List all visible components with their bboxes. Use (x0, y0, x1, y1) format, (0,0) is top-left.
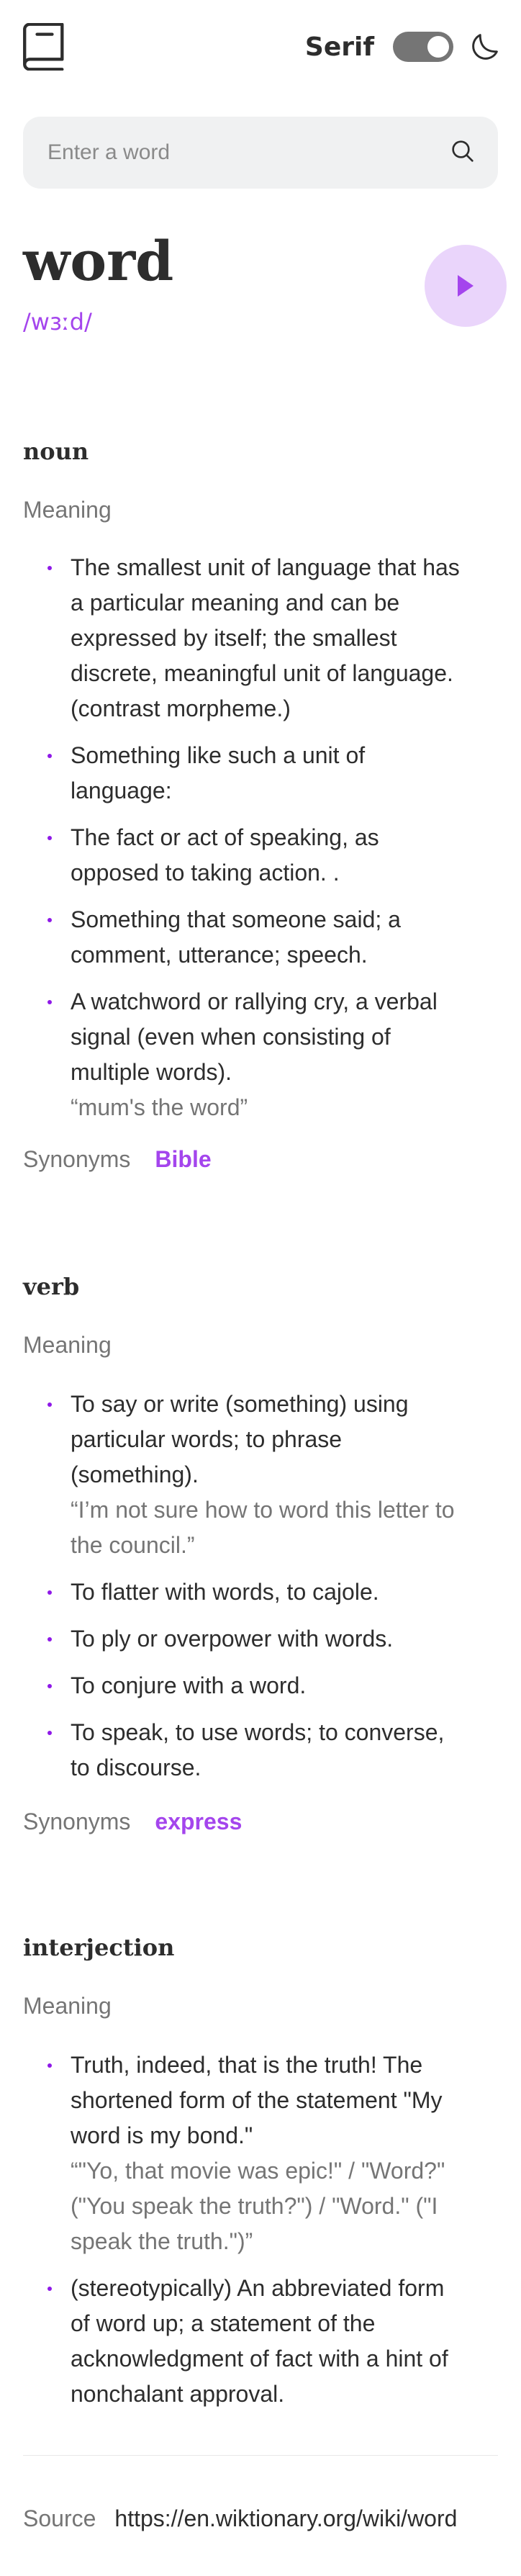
list-item: Something that someone said; a comment, … (47, 902, 465, 973)
definition-text: Something that someone said; a comment, … (71, 906, 401, 968)
divider (23, 2455, 498, 2456)
search-input[interactable] (47, 140, 450, 165)
definition-text: The fact or act of speaking, as opposed … (71, 824, 379, 886)
definition-text: A watchword or rallying cry, a verbal si… (71, 988, 438, 1085)
definition-text: Something like such a unit of language: (71, 742, 366, 803)
pos-interjection: interjection (23, 1934, 175, 1961)
header-controls: Serif (305, 32, 498, 62)
definition-text: To flatter with words, to cajole. (71, 1579, 379, 1605)
synonyms-row-noun: Synonyms Bible (23, 1146, 212, 1173)
list-item: Something like such a unit of language: (47, 738, 465, 809)
list-item: The fact or act of speaking, as opposed … (47, 820, 465, 891)
search-icon[interactable] (452, 140, 474, 166)
font-select[interactable]: Serif (305, 32, 374, 62)
definition-text: (stereotypically) An abbreviated form of… (71, 2275, 448, 2407)
definition-text: The smallest unit of language that has a… (71, 554, 460, 721)
moon-icon (472, 34, 498, 60)
synonyms-label: Synonyms (23, 1809, 131, 1834)
pos-verb: verb (23, 1273, 80, 1300)
list-item: The smallest unit of language that has a… (47, 550, 465, 726)
list-item: A watchword or rallying cry, a verbal si… (47, 984, 465, 1125)
definition-list-verb: To say or write (something) using partic… (47, 1387, 465, 1797)
definition-text: To say or write (something) using partic… (71, 1391, 409, 1487)
list-item: Truth, indeed, that is the truth! The sh… (47, 2048, 465, 2259)
source-label: Source (23, 2505, 96, 2531)
source-row: Source https://en.wiktionary.org/wiki/wo… (23, 2505, 457, 2532)
definition-text: Truth, indeed, that is the truth! The sh… (71, 2052, 443, 2148)
word-title: word (23, 229, 174, 293)
definition-text: To conjure with a word. (71, 1672, 307, 1698)
definition-example: “I’m not sure how to word this letter to… (71, 1497, 455, 1558)
search-bar (23, 117, 498, 189)
meaning-label: Meaning (23, 1332, 112, 1358)
definition-example: “"Yo, that movie was epic!" / "Word?" ("… (71, 2158, 445, 2254)
meaning-label: Meaning (23, 1993, 112, 2019)
book-icon[interactable] (23, 23, 66, 71)
synonym-link[interactable]: express (155, 1809, 242, 1835)
synonym-link[interactable]: Bible (155, 1146, 211, 1173)
play-icon (458, 275, 474, 297)
header: Serif (23, 22, 498, 72)
list-item: To speak, to use words; to converse, to … (47, 1715, 465, 1785)
list-item: To say or write (something) using partic… (47, 1387, 465, 1563)
definition-text: To speak, to use words; to converse, to … (71, 1719, 445, 1780)
play-button[interactable] (425, 245, 507, 327)
list-item: To conjure with a word. (47, 1668, 465, 1703)
definition-text: To ply or overpower with words. (71, 1626, 394, 1652)
synonyms-row-verb: Synonyms express (23, 1809, 242, 1835)
phonetic: /wɜːd/ (23, 308, 92, 335)
list-item: To ply or overpower with words. (47, 1621, 465, 1657)
theme-toggle[interactable] (393, 32, 453, 62)
toggle-knob (427, 36, 449, 58)
meaning-label: Meaning (23, 497, 112, 523)
source-link[interactable]: https://en.wiktionary.org/wiki/word (114, 2505, 457, 2532)
definition-example: “mum's the word” (71, 1094, 248, 1120)
list-item: To flatter with words, to cajole. (47, 1575, 465, 1610)
definition-list-noun: The smallest unit of language that has a… (47, 550, 465, 1137)
list-item: (stereotypically) An abbreviated form of… (47, 2271, 465, 2412)
font-select-label: Serif (304, 32, 374, 62)
synonyms-label: Synonyms (23, 1146, 131, 1172)
pos-noun: noun (23, 438, 89, 465)
definition-list-interjection: Truth, indeed, that is the truth! The sh… (47, 2048, 465, 2423)
